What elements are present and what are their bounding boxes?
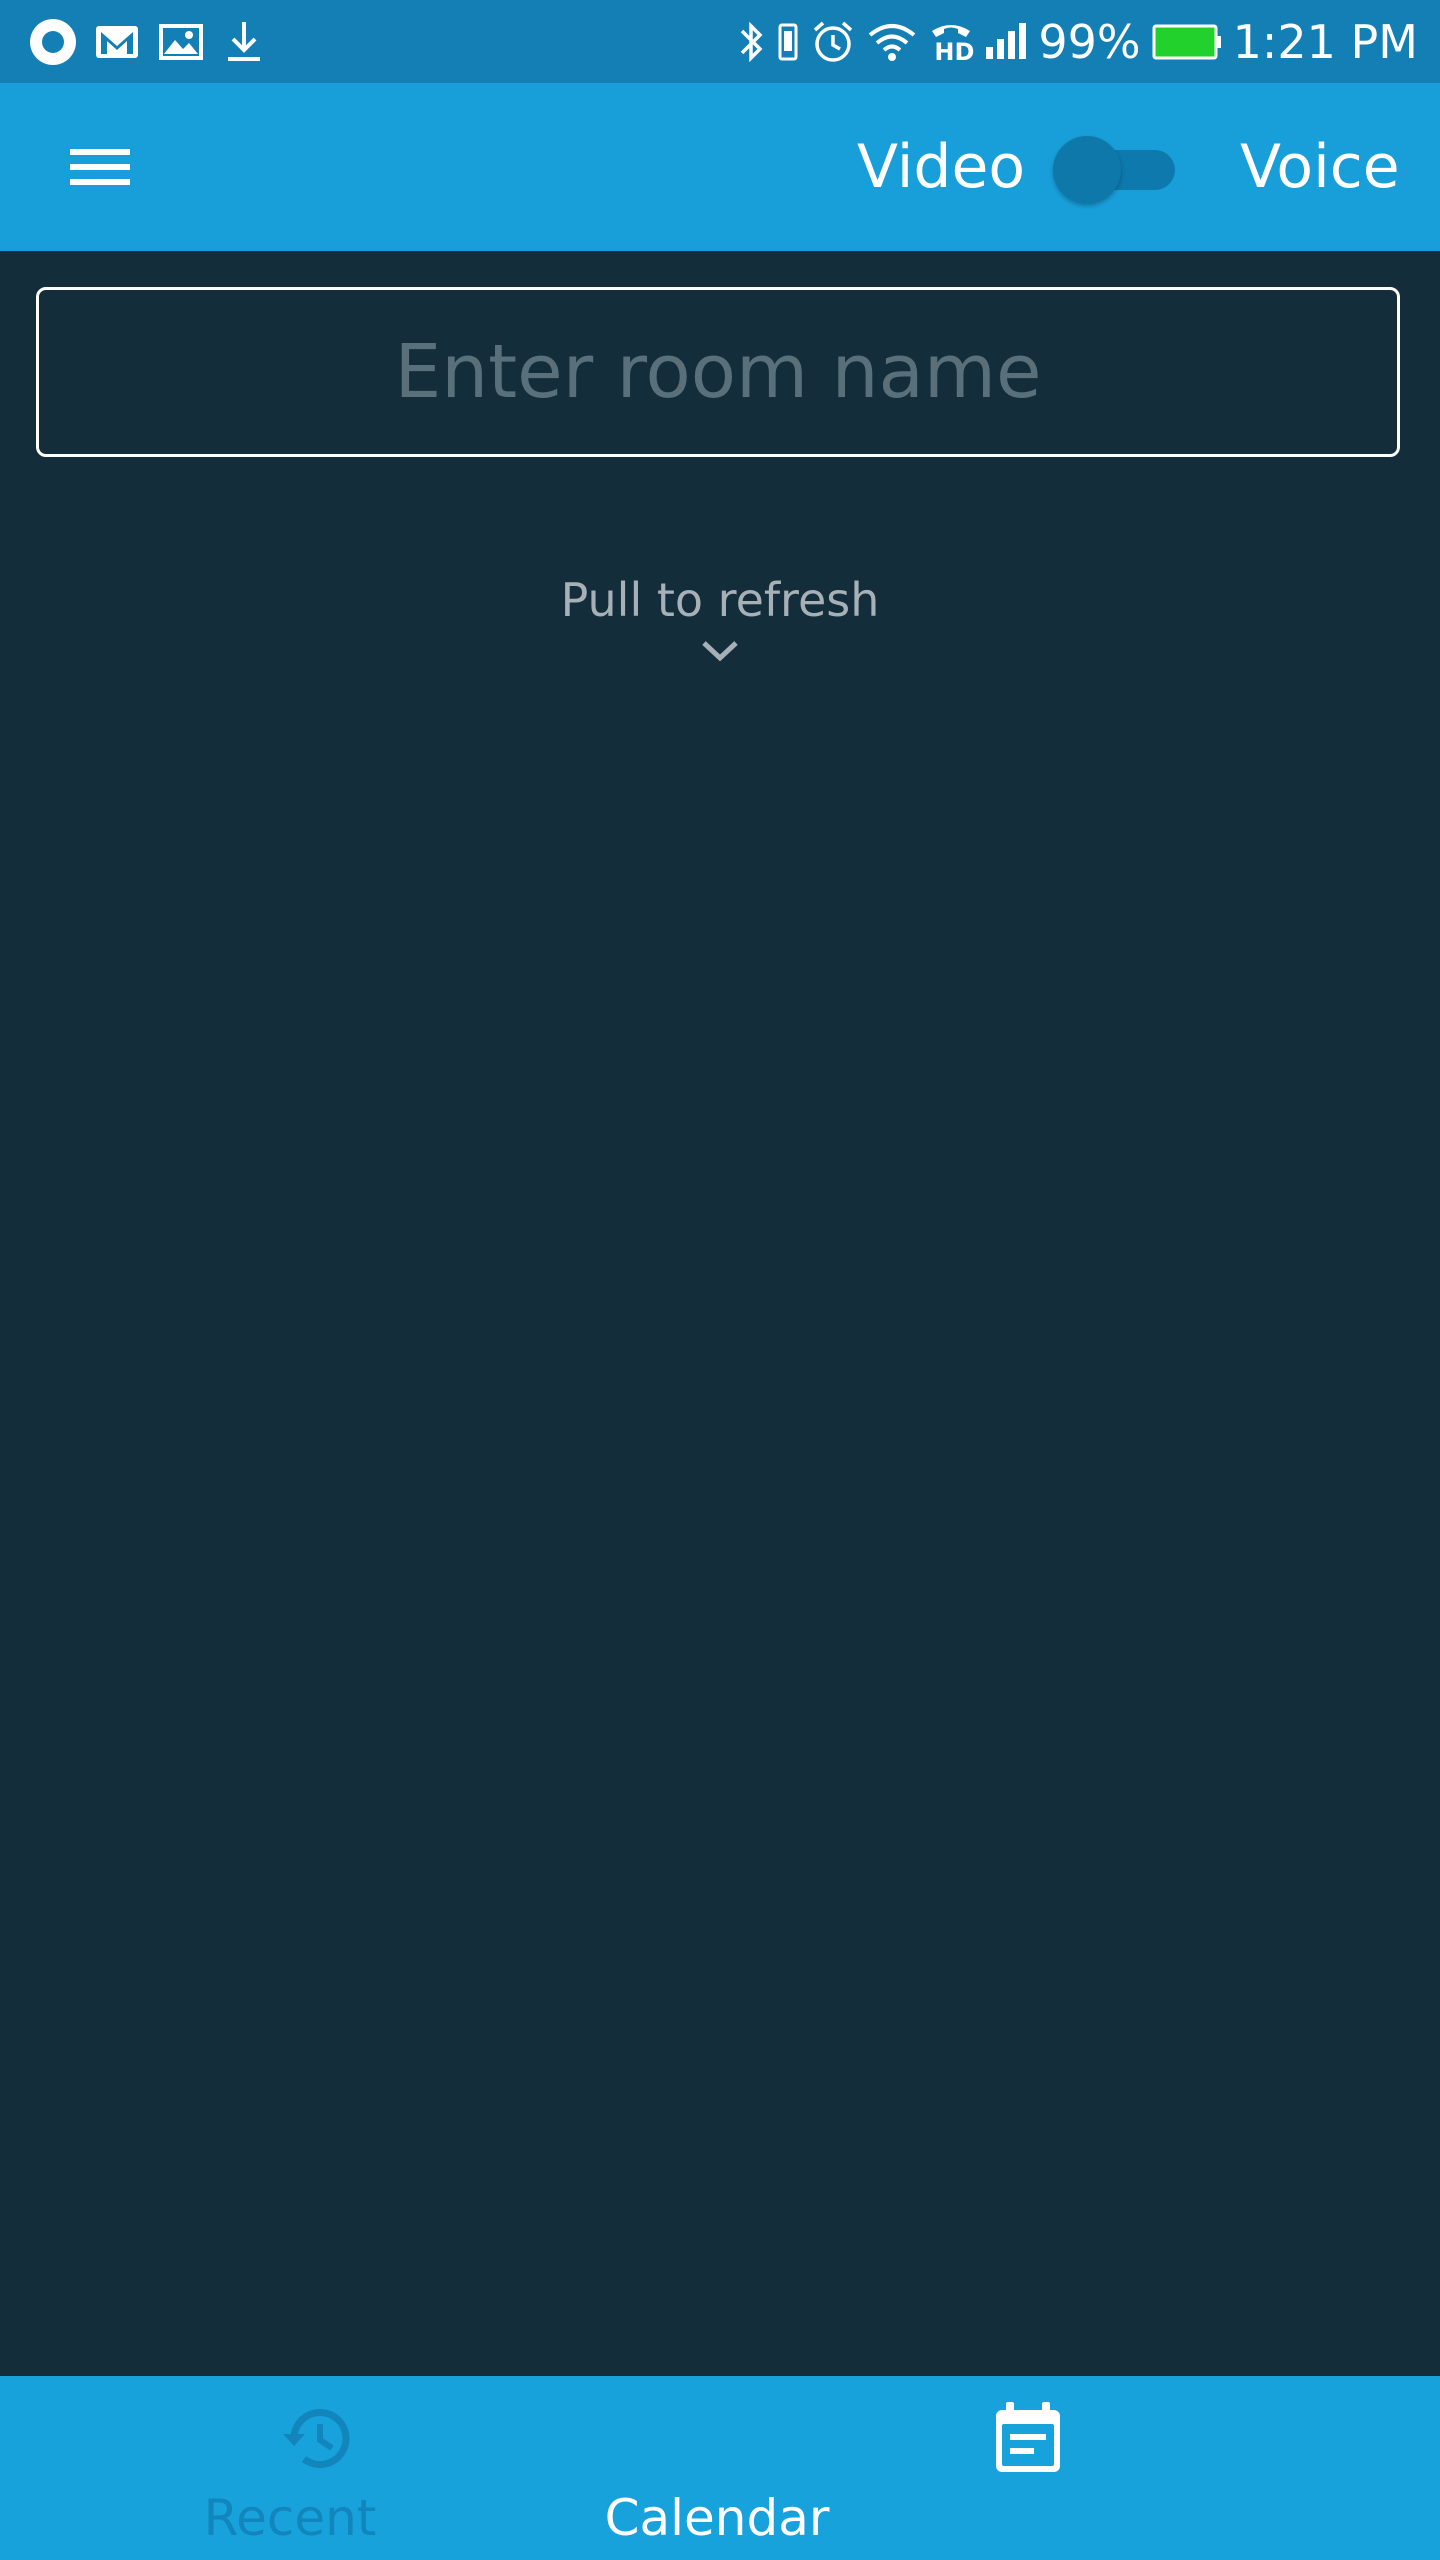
calendar-icon (996, 2402, 1060, 2472)
gallery-icon (156, 17, 206, 67)
status-bar: HD 99% 1:21 PM (0, 0, 1440, 83)
download-icon (222, 17, 266, 67)
chrome-icon (28, 17, 78, 67)
video-mode-label[interactable]: Video (857, 133, 1025, 201)
status-time: 1:21 PM (1232, 15, 1418, 69)
hd-call-icon: HD (928, 17, 974, 67)
battery-percent: 99% (1038, 15, 1141, 69)
system-status: HD 99% 1:21 PM (736, 12, 1418, 72)
hamburger-menu-icon (70, 149, 130, 185)
history-icon (283, 2409, 350, 2468)
room-name-field (36, 287, 1400, 457)
notification-icons (28, 17, 266, 67)
bottom-navigation: Recent Calendar (0, 2376, 1440, 2560)
tab-calendar-label: Calendar (604, 2489, 830, 2547)
battery-icon (1151, 17, 1223, 67)
toggle-knob (1053, 136, 1121, 204)
room-name-input[interactable] (39, 290, 1397, 454)
vibrate-icon (776, 17, 800, 67)
chevron-down-icon (702, 641, 738, 662)
video-voice-toggle[interactable] (1053, 136, 1175, 204)
pull-to-refresh: Pull to refresh (0, 570, 1440, 664)
hd-badge: HD (934, 38, 975, 66)
tab-calendar[interactable]: Calendar (605, 2376, 1440, 2560)
alarm-icon (810, 17, 856, 67)
app-bar: Video Voice (0, 83, 1440, 251)
bluetooth-icon (736, 17, 766, 67)
voice-mode-label[interactable]: Voice (1240, 133, 1400, 201)
pull-to-refresh-text: Pull to refresh (560, 573, 880, 627)
wifi-icon (866, 17, 918, 67)
signal-icon (984, 17, 1028, 67)
gmail-icon (94, 17, 140, 67)
menu-button[interactable] (50, 127, 150, 207)
